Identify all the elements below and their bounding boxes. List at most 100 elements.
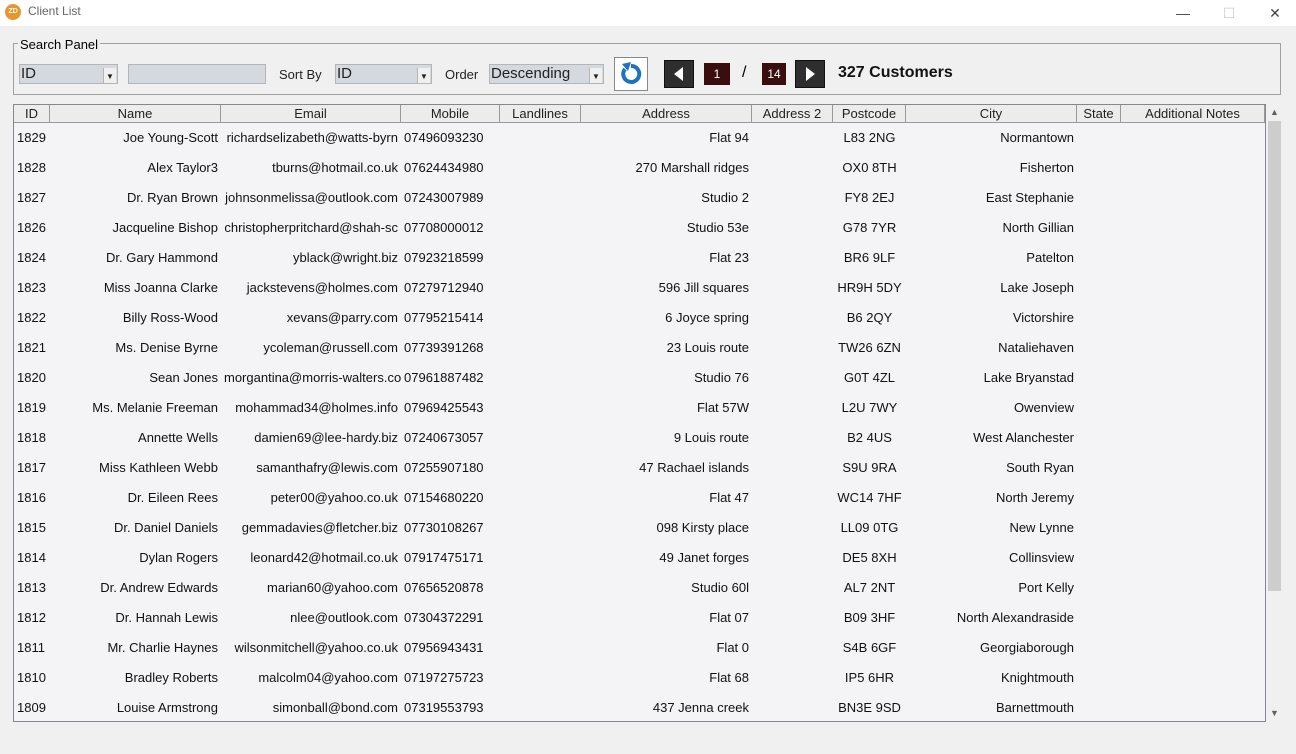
cell-postcode: OX0 8TH <box>842 160 897 175</box>
cell-postcode: B2 4US <box>847 430 892 445</box>
cell-state <box>1077 483 1121 513</box>
cell-email: ycoleman@russell.com <box>263 340 398 355</box>
refresh-button[interactable] <box>614 57 648 91</box>
cell-name: Annette Wells <box>138 430 218 445</box>
table-row[interactable]: 1809 Louise Armstrong simonball@bond.com 07… <box>14 693 1265 721</box>
cell-address: 098 Kirsty place <box>656 520 750 535</box>
table-row[interactable]: 1814 Dylan Rogers leonard42@hotmail.co.uk 0… <box>14 543 1265 573</box>
cell-address: Flat 23 <box>709 250 749 265</box>
table-row[interactable]: 1811 Mr. Charlie Haynes wilsonmitchell@yah… <box>14 633 1265 663</box>
cell-landlines <box>500 573 581 603</box>
cell-mobile: 07730108267 <box>404 520 484 535</box>
column-header-mobile[interactable]: Mobile <box>401 105 500 122</box>
table-row[interactable]: 1813 Dr. Andrew Edwards marian60@yahoo.com… <box>14 573 1265 603</box>
column-header-email[interactable]: Email <box>221 105 401 122</box>
column-header-name[interactable]: Name <box>50 105 221 122</box>
cell-name: Dr. Eileen Rees <box>127 490 218 505</box>
table-row[interactable]: 1820 Sean Jones morgantina@morris-walters.… <box>14 363 1265 393</box>
table-row[interactable]: 1817 Miss Kathleen Webb samanthafry@lewis.… <box>14 453 1265 483</box>
search-field-select[interactable]: ID ▼ <box>19 64 118 84</box>
client-list-window: ZD Client List — ☐ ✕ Search Panel ID ▼ S… <box>0 0 1296 754</box>
table-row[interactable]: 1818 Annette Wells damien69@lee-hardy.biz 0… <box>14 423 1265 453</box>
cell-state <box>1077 303 1121 333</box>
cell-name: Ms. Melanie Freeman <box>92 400 218 415</box>
cell-email: johnsonmelissa@outlook.com <box>225 190 398 205</box>
cell-state <box>1077 633 1121 663</box>
cell-landlines <box>500 183 581 213</box>
chevron-down-icon[interactable]: ▼ <box>589 68 602 83</box>
table-row[interactable]: 1819 Ms. Melanie Freeman mohammad34@holmes… <box>14 393 1265 423</box>
cell-name: Miss Joanna Clarke <box>103 280 218 295</box>
order-label: Order <box>445 67 479 82</box>
column-header-postcode[interactable]: Postcode <box>833 105 906 122</box>
table-row[interactable]: 1821 Ms. Denise Byrne ycoleman@russell.com… <box>14 333 1265 363</box>
next-page-button[interactable] <box>795 60 825 88</box>
column-header-landlines[interactable]: Landlines <box>500 105 581 122</box>
cell-id: 1822 <box>17 310 46 325</box>
prev-page-button[interactable] <box>664 60 694 88</box>
search-input[interactable] <box>128 64 266 84</box>
sort-by-select[interactable]: ID ▼ <box>335 64 432 84</box>
cell-state <box>1077 273 1121 303</box>
column-header-state[interactable]: State <box>1077 105 1121 122</box>
cell-id: 1814 <box>17 550 46 565</box>
table-row[interactable]: 1827 Dr. Ryan Brown johnsonmelissa@outlook… <box>14 183 1265 213</box>
cell-address: Flat 94 <box>709 130 749 145</box>
cell-email: xevans@parry.com <box>286 310 398 325</box>
cell-id: 1824 <box>17 250 46 265</box>
cell-address-2 <box>752 693 833 721</box>
table-row[interactable]: 1828 Alex Taylor3 tburns@hotmail.co.uk 0762… <box>14 153 1265 183</box>
cell-additional-notes <box>1121 213 1265 243</box>
cell-city: Patelton <box>1026 250 1074 265</box>
scroll-down-icon[interactable]: ▼ <box>1266 705 1283 722</box>
cell-id: 1813 <box>17 580 46 595</box>
cell-postcode: L83 2NG <box>843 130 896 145</box>
table-row[interactable]: 1810 Bradley Roberts malcolm04@yahoo.com 07… <box>14 663 1265 693</box>
cell-postcode: G0T 4ZL <box>843 370 896 385</box>
vertical-scrollbar[interactable]: ▲ ▼ <box>1266 104 1283 722</box>
cell-id: 1821 <box>17 340 46 355</box>
table-row[interactable]: 1824 Dr. Gary Hammond yblack@wright.biz 079… <box>14 243 1265 273</box>
chevron-down-icon[interactable]: ▼ <box>417 68 430 83</box>
cell-name: Mr. Charlie Haynes <box>107 640 218 655</box>
minimize-button[interactable]: — <box>1160 0 1206 26</box>
cell-address: Flat 07 <box>709 610 749 625</box>
cell-mobile: 07319553793 <box>404 700 484 715</box>
order-select[interactable]: Descending ▼ <box>489 64 604 84</box>
column-header-additional-notes[interactable]: Additional Notes <box>1121 105 1265 122</box>
sort-by-label: Sort By <box>279 67 322 82</box>
table-row[interactable]: 1812 Dr. Hannah Lewis nlee@outlook.com 0730… <box>14 603 1265 633</box>
cell-additional-notes <box>1121 183 1265 213</box>
cell-name: Joe Young-Scott <box>123 130 218 145</box>
cell-email: mohammad34@holmes.info <box>235 400 398 415</box>
table-header: ID Name Email Mobile Landlines Address Address… <box>14 105 1265 123</box>
table-row[interactable]: 1815 Dr. Daniel Daniels gemmadavies@fletch… <box>14 513 1265 543</box>
cell-additional-notes <box>1121 603 1265 633</box>
column-header-city[interactable]: City <box>906 105 1077 122</box>
chevron-down-icon[interactable]: ▼ <box>103 68 116 83</box>
maximize-button[interactable]: ☐ <box>1206 0 1252 26</box>
table-row[interactable]: 1829 Joe Young-Scott richardselizabeth@wat… <box>14 123 1265 153</box>
scroll-thumb[interactable] <box>1268 121 1281 591</box>
cell-landlines <box>500 633 581 663</box>
cell-state <box>1077 513 1121 543</box>
table-row[interactable]: 1823 Miss Joanna Clarke jackstevens@holmes… <box>14 273 1265 303</box>
cell-mobile: 07708000012 <box>404 220 484 235</box>
close-button[interactable]: ✕ <box>1252 0 1296 26</box>
column-header-address[interactable]: Address <box>581 105 752 122</box>
cell-state <box>1077 123 1121 153</box>
cell-address-2 <box>752 633 833 663</box>
cell-mobile: 07961887482 <box>404 370 484 385</box>
column-header-address-2[interactable]: Address 2 <box>752 105 833 122</box>
column-header-id[interactable]: ID <box>14 105 50 122</box>
scroll-up-icon[interactable]: ▲ <box>1266 104 1283 121</box>
cell-postcode: BN3E 9SD <box>838 700 901 715</box>
cell-additional-notes <box>1121 273 1265 303</box>
table-row[interactable]: 1822 Billy Ross-Wood xevans@parry.com 07795… <box>14 303 1265 333</box>
cell-state <box>1077 453 1121 483</box>
table-row[interactable]: 1816 Dr. Eileen Rees peter00@yahoo.co.uk 07… <box>14 483 1265 513</box>
cell-landlines <box>500 363 581 393</box>
table-row[interactable]: 1826 Jacqueline Bishop christopherpritchar… <box>14 213 1265 243</box>
cell-postcode: LL09 0TG <box>840 520 899 535</box>
cell-state <box>1077 693 1121 721</box>
